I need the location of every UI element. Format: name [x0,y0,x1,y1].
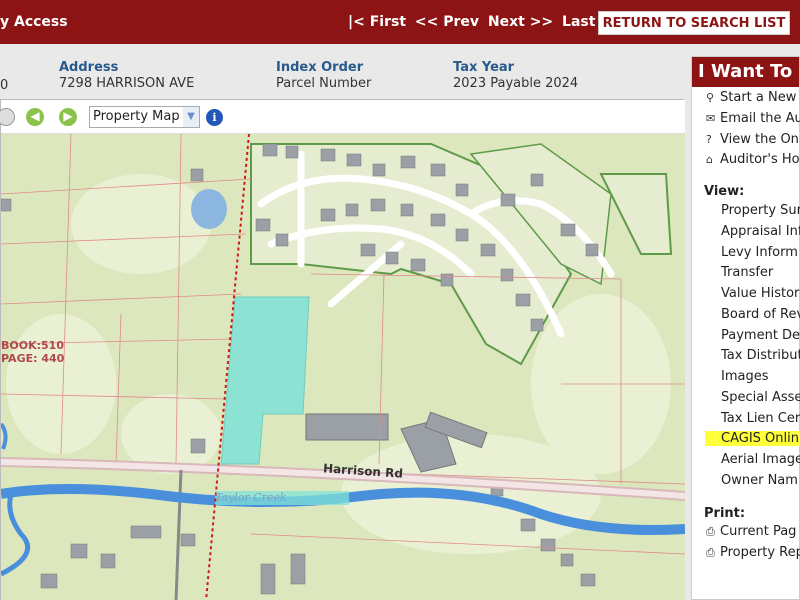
first-link[interactable]: |< First [348,14,406,30]
view-link-board-of-revision[interactable]: Board of Rev [721,307,800,322]
pan-hand-icon[interactable] [0,108,15,126]
panel-heading: I Want To [692,57,799,87]
printer-icon: ⎙ [706,525,715,538]
parcel-number-fragment: 0 [0,78,9,93]
start-new-search-link[interactable]: ⚲ Start a New [706,90,796,105]
next-link[interactable]: Next >> [488,14,553,30]
page-label: PAGE: 440 [1,352,65,365]
i-want-to-panel: I Want To ⚲ Start a New ✉ Email the Au ? Vi… [691,56,800,600]
view-online-link[interactable]: ? View the On [706,132,799,147]
view-link-cagis-online[interactable]: CAGIS Onlin [705,431,800,446]
view-link-payment-detail[interactable]: Payment De [721,328,800,343]
top-bar: y Access |< First << Prev Next >> Last >… [0,0,800,44]
index-order-label: Index Order [276,60,364,75]
search-icon: ⚲ [706,91,715,104]
view-link-images[interactable]: Images [721,369,769,384]
link-label: Property Rep [720,545,800,560]
tax-year-column: Tax Year 2023 Payable 2024 [453,60,578,91]
record-navigation: |< First << Prev Next >> Last >| [348,14,621,30]
link-label: Auditor's Ho [720,152,800,167]
help-icon: ? [706,133,712,146]
tax-year-label: Tax Year [453,60,515,75]
info-icon[interactable]: i [206,109,223,126]
parcel-info-bar: 0 Address 7298 HARRISON AVE Index Order … [0,44,690,99]
return-to-search-button[interactable]: RETURN TO SEARCH LIST [598,11,790,35]
view-link-tax-distribution[interactable]: Tax Distribut [721,348,800,363]
printer-icon: ⎙ [706,546,715,559]
forward-arrow-icon[interactable]: ▶ [59,108,77,126]
view-link-levy[interactable]: Levy Inform [721,245,798,260]
print-property-report-link[interactable]: ⎙ Property Rep [706,545,800,560]
map-layer-select-value: Property Map [93,109,180,124]
map-canvas[interactable]: BOOK:510 PAGE: 440 Harrison Rd Taylor Cr… [1,134,685,600]
map-graphics [1,134,685,600]
link-label: View the On [720,132,799,147]
prev-link[interactable]: << Prev [415,14,479,30]
print-current-page-link[interactable]: ⎙ Current Pag [706,524,796,539]
view-link-tax-lien[interactable]: Tax Lien Cer [721,411,800,426]
print-section-label: Print: [704,506,746,521]
view-link-value-history[interactable]: Value Histor [721,286,799,301]
address-label: Address [59,60,119,75]
home-icon: ⌂ [706,153,713,166]
back-arrow-icon[interactable]: ◀ [26,108,44,126]
auditors-home-link[interactable]: ⌂ Auditor's Ho [706,152,800,167]
link-label: Current Pag [720,524,797,539]
tax-year-value: 2023 Payable 2024 [453,76,579,91]
book-label: BOOK:510 [1,339,64,352]
chevron-down-icon: ▼ [183,107,199,127]
link-label: Email the Au [720,111,800,126]
view-link-appraisal[interactable]: Appraisal Inf [721,224,800,239]
email-icon: ✉ [706,112,716,125]
view-link-special-assessments[interactable]: Special Asse [721,390,800,405]
view-link-owner-name[interactable]: Owner Nam [721,473,798,488]
map-panel: ◀ ▶ Property Map ▼ i BOOK:510 PAGE: 440 … [0,99,685,600]
map-layer-select[interactable]: Property Map ▼ [89,106,200,128]
address-column: Address 7298 HARRISON AVE [59,60,194,91]
view-link-transfer[interactable]: Transfer [721,265,773,280]
address-value: 7298 HARRISON AVE [59,76,195,91]
link-label: Start a New [720,90,797,105]
view-section-label: View: [704,184,745,199]
book-page-label: BOOK:510 PAGE: 440 [1,339,64,365]
view-link-property-summary[interactable]: Property Sur [721,203,800,218]
index-order-column: Index Order Parcel Number [276,60,371,91]
map-toolbar: ◀ ▶ Property Map ▼ i [0,100,685,134]
access-label: y Access [0,14,68,30]
view-link-aerial-images[interactable]: Aerial Image [721,452,800,467]
creek-label: Taylor Creek [215,491,287,504]
index-order-value: Parcel Number [276,76,372,91]
email-auditor-link[interactable]: ✉ Email the Au [706,111,800,126]
